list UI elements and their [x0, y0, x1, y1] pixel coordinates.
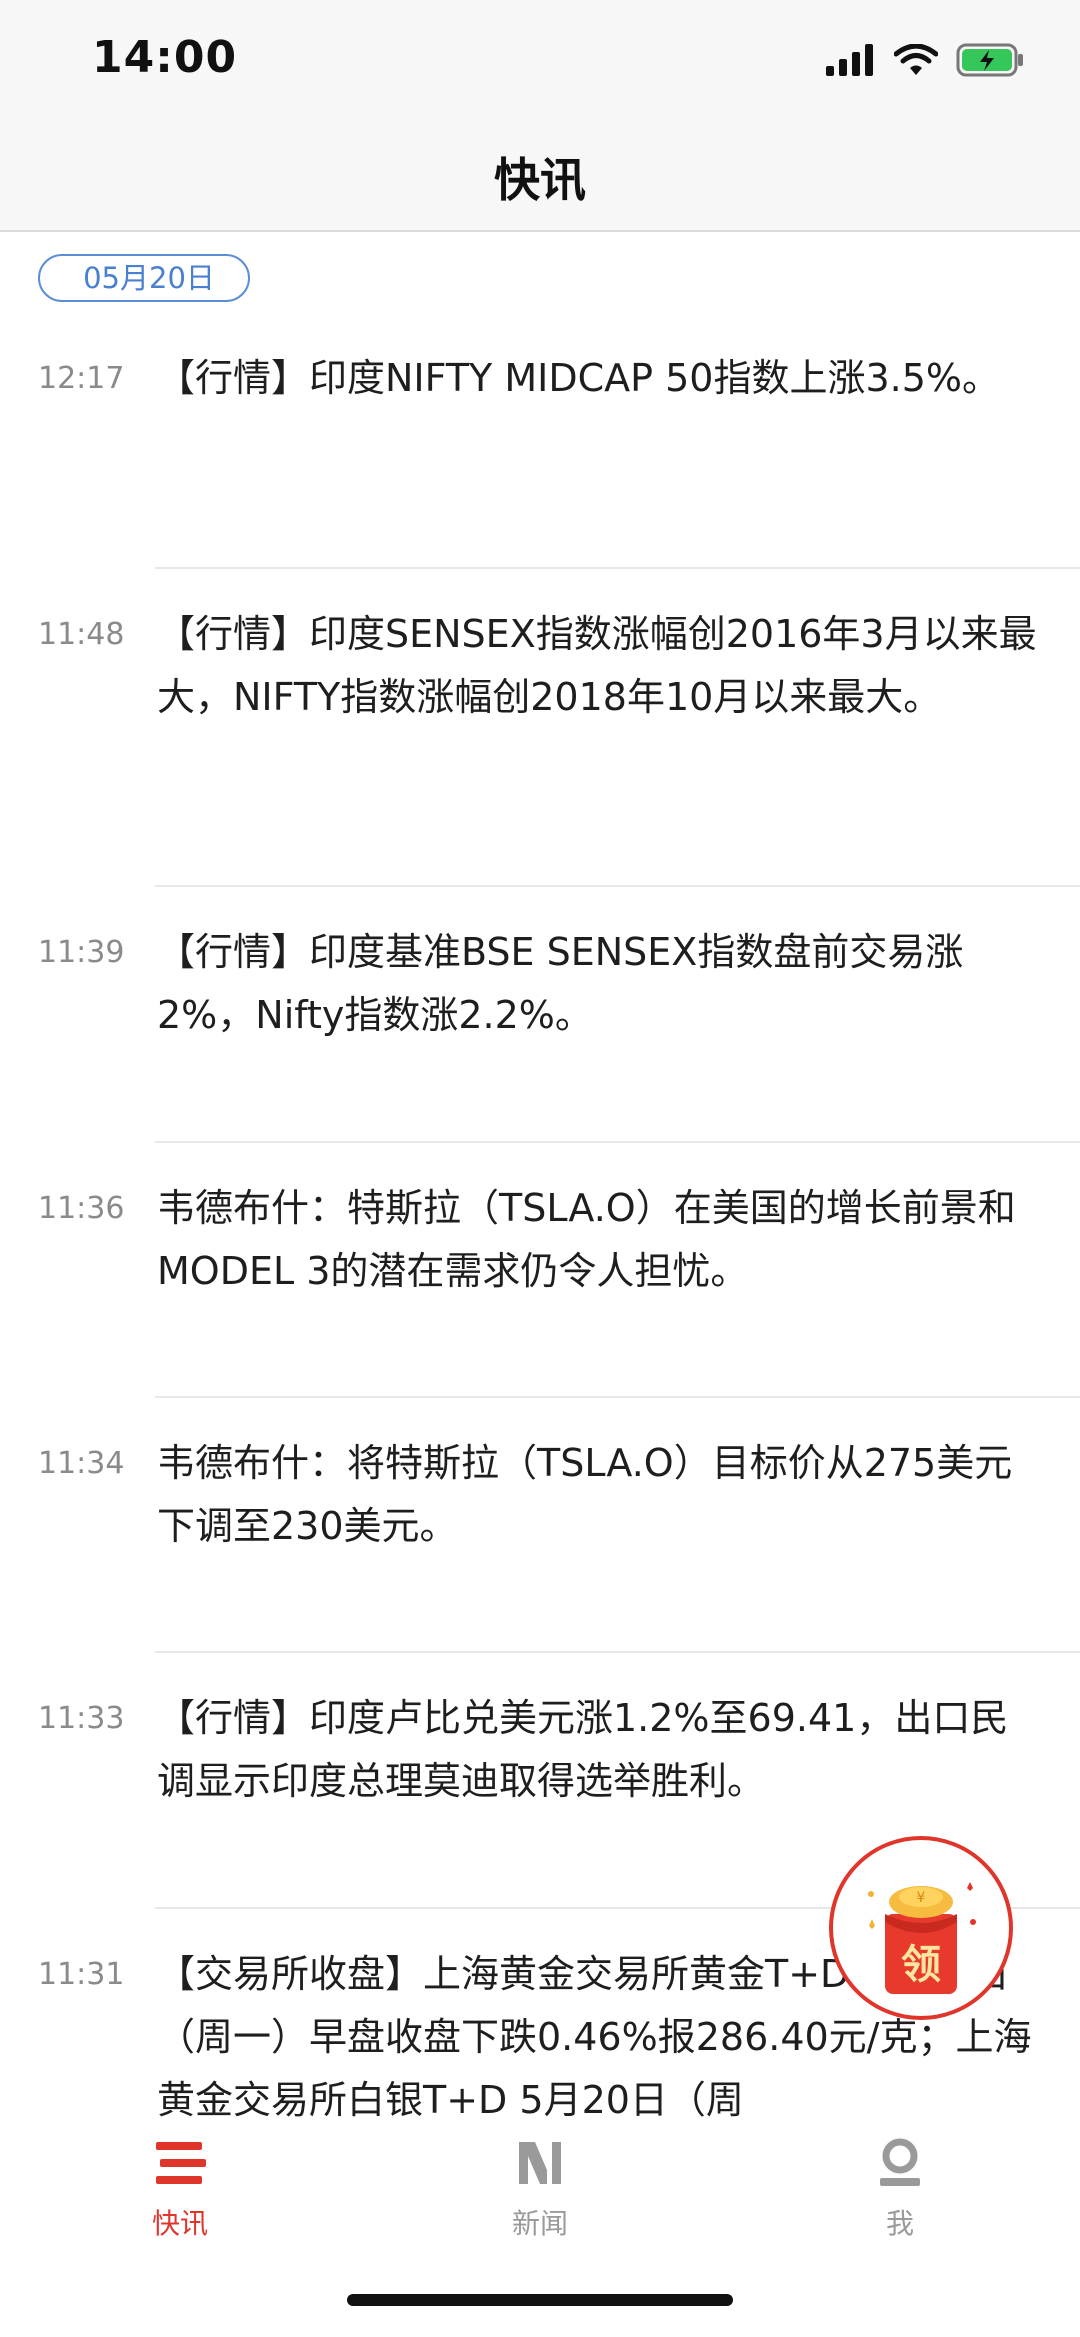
news-text: 【行情】印度NIFTY MIDCAP 50指数上涨3.5%。	[157, 356, 1000, 400]
date-badge: 05月20日	[38, 254, 250, 302]
profile-icon	[880, 2138, 920, 2186]
divider	[155, 1651, 1080, 1653]
tab-news[interactable]: 新闻	[440, 2132, 640, 2262]
news-text: 韦德布什：特斯拉（TSLA.O）在美国的增长前景和MODEL 3的潜在需求仍令人…	[157, 1186, 1016, 1293]
red-envelope-button[interactable]: ¥ 领	[829, 1836, 1013, 2020]
news-time: 12:17	[38, 361, 125, 396]
tab-label: 新闻	[511, 2207, 568, 2240]
tab-bar: 快讯 新闻 我	[0, 2132, 1080, 2337]
news-n-icon	[519, 2142, 561, 2184]
svg-text:¥: ¥	[917, 1890, 926, 1906]
tab-flash[interactable]: 快讯	[80, 2132, 280, 2262]
status-bar: 14:00	[0, 0, 1080, 120]
home-indicator[interactable]	[347, 2294, 733, 2306]
page-title: 快讯	[494, 153, 586, 207]
tab-label: 快讯	[151, 2207, 208, 2240]
status-time: 14:00	[92, 32, 238, 83]
red-envelope-label: 领	[901, 1942, 941, 1988]
list-icon	[156, 2142, 206, 2184]
signal-icon	[826, 44, 873, 76]
news-text: 【行情】印度卢比兑美元涨1.2%至69.41，出口民调显示印度总理莫迪取得选举胜…	[157, 1696, 1009, 1803]
news-text: 【行情】印度SENSEX指数涨幅创2016年3月以来最大，NIFTY指数涨幅创2…	[157, 612, 1037, 719]
news-time: 11:31	[38, 1957, 125, 1992]
divider	[155, 567, 1080, 569]
news-time: 11:48	[38, 617, 125, 652]
news-time: 11:39	[38, 935, 125, 970]
divider	[155, 1396, 1080, 1398]
news-time: 11:36	[38, 1191, 125, 1226]
status-icons	[826, 40, 1024, 80]
battery-icon	[956, 43, 1023, 77]
wifi-icon	[894, 44, 938, 75]
nav-bar: 快讯	[0, 120, 1080, 232]
tab-me[interactable]: 我	[800, 2132, 1000, 2262]
news-text: 韦德布什：将特斯拉（TSLA.O）目标价从275美元下调至230美元。	[157, 1441, 1013, 1548]
news-time: 11:33	[38, 1701, 125, 1736]
news-time: 11:34	[38, 1446, 125, 1481]
divider	[155, 1141, 1080, 1143]
tab-label: 我	[885, 2207, 914, 2240]
news-text: 【行情】印度基准BSE SENSEX指数盘前交易涨2%，Nifty指数涨2.2%…	[157, 930, 964, 1037]
divider	[155, 885, 1080, 887]
